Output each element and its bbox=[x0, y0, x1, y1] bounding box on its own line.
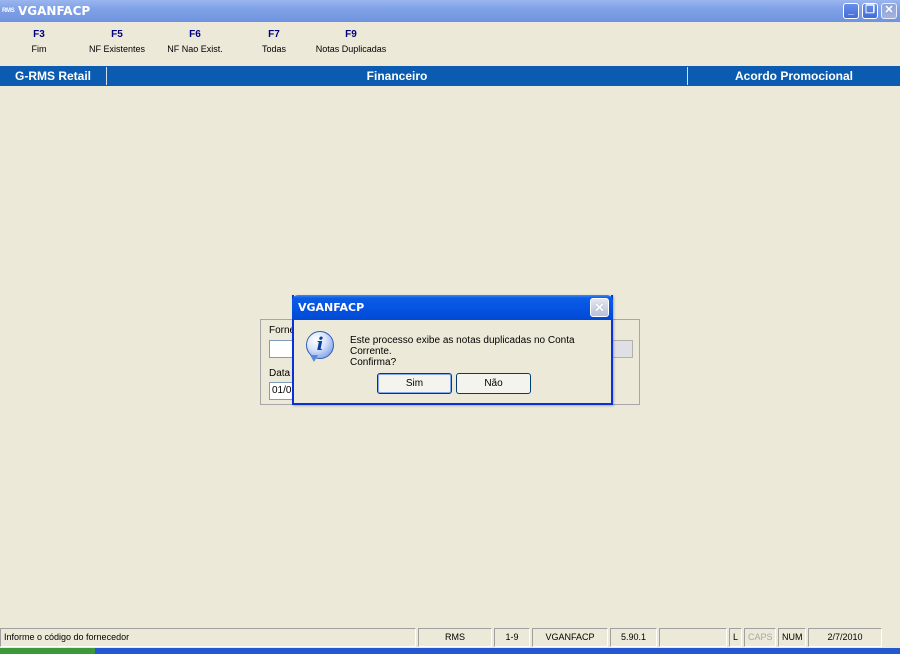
fkey-key: F3 bbox=[33, 29, 45, 40]
start-button[interactable] bbox=[0, 648, 95, 654]
info-icon-tail bbox=[310, 355, 318, 362]
taskbar-strip bbox=[0, 648, 900, 654]
fkey-f5-nf-existentes[interactable]: F5 NF Existentes bbox=[84, 28, 150, 56]
status-range: 1-9 bbox=[494, 628, 530, 647]
no-button[interactable]: Não bbox=[456, 373, 531, 394]
fkey-f7-todas[interactable]: F7 Todas bbox=[252, 28, 296, 56]
status-system: RMS bbox=[418, 628, 492, 647]
dialog-close-button[interactable]: ✕ bbox=[590, 298, 609, 317]
fkey-key: F6 bbox=[189, 29, 201, 40]
close-icon: ✕ bbox=[884, 4, 894, 16]
module-header-band: G-RMS Retail Financeiro Acordo Promocion… bbox=[0, 66, 900, 86]
status-version: 5.90.1 bbox=[610, 628, 657, 647]
fkey-key: F5 bbox=[111, 29, 123, 40]
status-caps: CAPS bbox=[744, 628, 776, 647]
status-empty-panel bbox=[659, 628, 727, 647]
status-bar: Informe o código do fornecedor RMS 1-9 V… bbox=[0, 628, 900, 648]
status-num: NUM bbox=[778, 628, 806, 647]
dialog-titlebar: VGANFACP ✕ bbox=[292, 295, 613, 320]
fkey-label: Notas Duplicadas bbox=[315, 44, 387, 54]
restore-icon: ❐ bbox=[865, 4, 875, 16]
fkey-f3-fim[interactable]: F3 Fim bbox=[18, 28, 60, 56]
close-button[interactable]: ✕ bbox=[881, 3, 897, 19]
dialog-message-line2: Confirma? bbox=[350, 357, 397, 368]
header-module: Financeiro bbox=[366, 69, 428, 83]
yes-button[interactable]: Sim bbox=[377, 373, 452, 394]
fkey-f6-nf-nao-exist[interactable]: F6 NF Nao Exist. bbox=[162, 28, 228, 56]
window-title: VGANFACP bbox=[18, 4, 91, 18]
data-label: Data bbox=[269, 368, 291, 379]
function-key-toolbar: F3 Fim F5 NF Existentes F6 NF Nao Exist.… bbox=[0, 28, 900, 62]
status-lock: L bbox=[729, 628, 742, 647]
header-product: G-RMS Retail bbox=[14, 69, 91, 83]
fkey-label: NF Nao Exist. bbox=[167, 44, 223, 54]
confirm-dialog: VGANFACP ✕ i Este processo exibe as nota… bbox=[292, 295, 613, 405]
status-program: VGANFACP bbox=[532, 628, 608, 647]
dialog-message: Este processo exibe as notas duplicadas … bbox=[350, 335, 612, 368]
status-date: 2/7/2010 bbox=[808, 628, 882, 647]
minimize-icon: _ bbox=[847, 4, 855, 16]
fkey-label: Fim bbox=[31, 44, 47, 54]
minimize-button[interactable]: _ bbox=[843, 3, 859, 19]
restore-button[interactable]: ❐ bbox=[862, 3, 878, 19]
header-program: Acordo Promocional bbox=[734, 69, 853, 83]
fkey-f9-notas-duplicadas[interactable]: F9 Notas Duplicadas bbox=[310, 28, 392, 56]
close-icon: ✕ bbox=[594, 300, 605, 315]
status-message: Informe o código do fornecedor bbox=[0, 628, 416, 647]
fkey-key: F7 bbox=[268, 29, 280, 40]
fkey-key: F9 bbox=[345, 29, 357, 40]
fkey-label: NF Existentes bbox=[88, 44, 146, 54]
fkey-label: Todas bbox=[261, 44, 287, 54]
app-icon: RMS bbox=[2, 8, 15, 14]
dialog-message-line1: Este processo exibe as notas duplicadas … bbox=[350, 335, 575, 357]
window-titlebar: RMS VGANFACP _ ❐ ✕ bbox=[0, 0, 900, 22]
dialog-title: VGANFACP bbox=[298, 301, 365, 314]
